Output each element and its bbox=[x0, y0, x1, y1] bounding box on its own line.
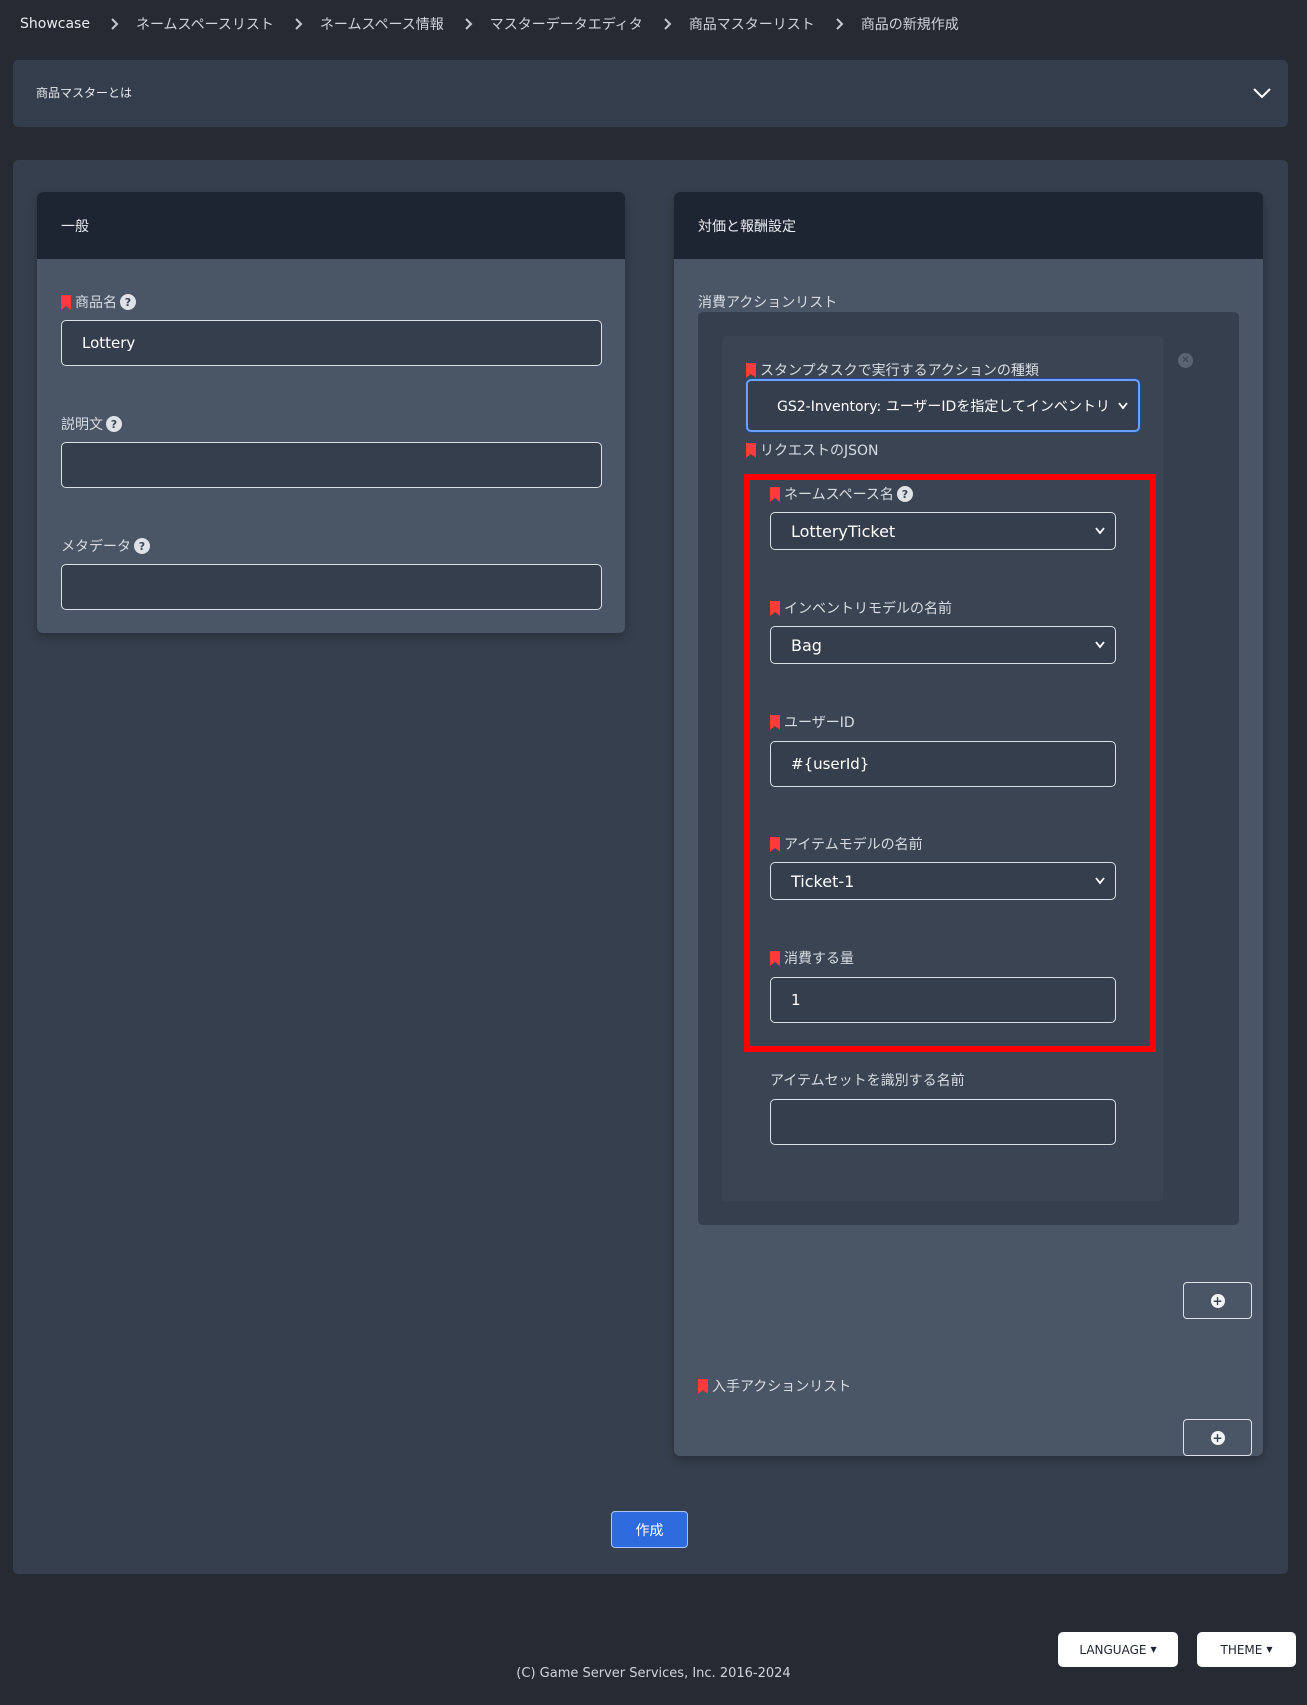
breadcrumb-item-current: 商品の新規作成 bbox=[860, 17, 959, 33]
caret-down-icon: ▼ bbox=[1150, 1645, 1157, 1654]
breadcrumb-item-master-editor[interactable]: マスターデータエディタ bbox=[490, 14, 643, 34]
question-circle-icon[interactable]: ? bbox=[106, 416, 122, 432]
question-circle-icon[interactable]: ? bbox=[120, 294, 136, 310]
theme-label: THEME bbox=[1220, 1642, 1263, 1657]
metadata-label: メタデータ ? bbox=[61, 536, 150, 556]
chevron-right-icon bbox=[833, 17, 847, 31]
add-consume-action-button[interactable]: + bbox=[1183, 1282, 1252, 1319]
consume-action-list-label-text: 消費アクションリスト bbox=[698, 295, 838, 311]
chevron-right-icon bbox=[661, 17, 675, 31]
chevron-right-icon bbox=[292, 17, 306, 31]
reward-card-title: 対価と報酬設定 bbox=[698, 219, 796, 235]
x-circle-icon[interactable]: ✕ bbox=[1178, 353, 1193, 368]
metadata-input[interactable] bbox=[61, 564, 602, 610]
chevron-down-icon bbox=[1118, 401, 1128, 409]
action-type-value: GS2-Inventory: ユーザーIDを指定してインベントリ bbox=[777, 398, 1110, 415]
caret-down-icon: ▼ bbox=[1266, 1645, 1273, 1654]
chevron-right-icon bbox=[462, 17, 476, 31]
action-type-label-text: スタンプタスクで実行するアクションの種類 bbox=[760, 363, 1039, 379]
consume-action-list-label: 消費アクションリスト bbox=[698, 292, 837, 312]
description-input[interactable] bbox=[61, 442, 602, 488]
plus-circle-icon: + bbox=[1210, 1293, 1225, 1308]
product-name-input[interactable]: Lottery bbox=[61, 320, 602, 366]
language-dropdown[interactable]: LANGUAGE ▼ bbox=[1058, 1632, 1178, 1667]
product-name-label-text: 商品名 bbox=[75, 295, 117, 311]
description-label-text: 説明文 bbox=[61, 417, 103, 433]
item-set-name-label: アイテムセットを識別する名前 bbox=[770, 1070, 965, 1090]
item-set-name-label-text: アイテムセットを識別する名前 bbox=[770, 1073, 965, 1089]
acquire-action-list-label: 入手アクションリスト bbox=[698, 1376, 851, 1396]
language-label: LANGUAGE bbox=[1079, 1642, 1147, 1657]
general-card: 一般 商品名 ? Lottery 説明文 ? メタデータ ? bbox=[37, 192, 625, 633]
general-card-title: 一般 bbox=[61, 219, 89, 235]
bookmark-icon bbox=[746, 442, 756, 458]
bookmark-icon bbox=[61, 294, 71, 310]
breadcrumb: Showcase ネームスペースリスト ネームスペース情報 マスターデータエディ… bbox=[20, 14, 959, 34]
theme-dropdown[interactable]: THEME ▼ bbox=[1197, 1632, 1296, 1667]
description-label: 説明文 ? bbox=[61, 414, 122, 434]
highlight-box bbox=[744, 474, 1156, 1052]
action-type-select[interactable]: GS2-Inventory: ユーザーIDを指定してインベントリ bbox=[746, 379, 1140, 432]
breadcrumb-item-product-master-list[interactable]: 商品マスターリスト bbox=[689, 14, 815, 34]
metadata-label-text: メタデータ bbox=[61, 539, 131, 555]
request-json-label: リクエストのJSON bbox=[746, 440, 879, 460]
add-acquire-action-button[interactable]: + bbox=[1183, 1419, 1252, 1456]
reward-card-header: 対価と報酬設定 bbox=[674, 192, 1263, 259]
breadcrumb-item-namespace-info[interactable]: ネームスペース情報 bbox=[320, 14, 444, 34]
chevron-down-icon[interactable] bbox=[1252, 86, 1272, 100]
bookmark-icon bbox=[698, 1378, 708, 1394]
acquire-action-list-label-text: 入手アクションリスト bbox=[712, 1379, 852, 1395]
general-card-header: 一般 bbox=[37, 192, 625, 259]
breadcrumb-item-showcase[interactable]: Showcase bbox=[20, 16, 90, 32]
item-set-name-input[interactable] bbox=[770, 1099, 1116, 1145]
bookmark-icon bbox=[746, 362, 756, 378]
chevron-right-icon bbox=[108, 17, 122, 31]
request-json-label-text: リクエストのJSON bbox=[760, 443, 879, 459]
copyright: (C) Game Server Services, Inc. 2016-2024 bbox=[516, 1666, 791, 1681]
breadcrumb-item-namespace-list[interactable]: ネームスペースリスト bbox=[136, 14, 274, 34]
plus-circle-icon: + bbox=[1210, 1430, 1225, 1445]
question-circle-icon[interactable]: ? bbox=[134, 538, 150, 554]
about-collapse[interactable]: 商品マスターとは bbox=[13, 60, 1288, 127]
action-type-label: スタンプタスクで実行するアクションの種類 bbox=[746, 360, 1039, 380]
about-title: 商品マスターとは bbox=[36, 86, 133, 100]
create-button[interactable]: 作成 bbox=[611, 1511, 688, 1548]
product-name-value: Lottery bbox=[82, 334, 136, 352]
product-name-label: 商品名 ? bbox=[61, 292, 136, 312]
